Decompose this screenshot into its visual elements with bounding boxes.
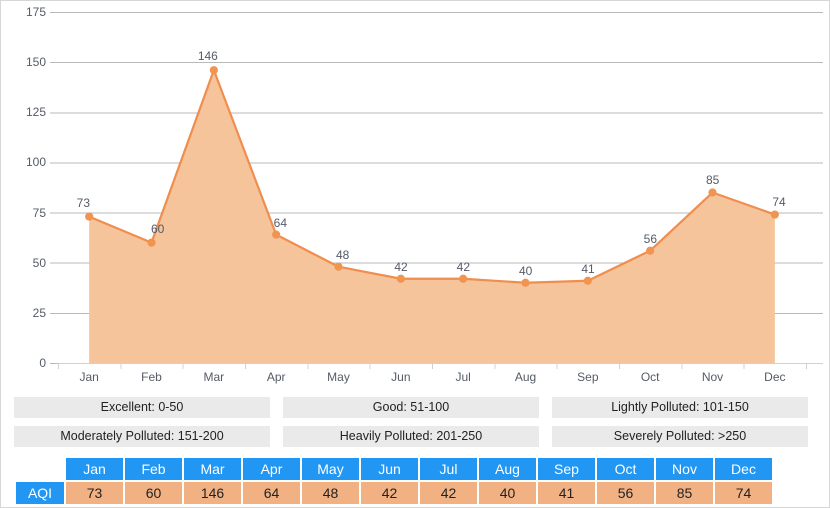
table-column-header-mar: Mar <box>184 458 241 480</box>
table-cell-value: 74 <box>715 482 772 504</box>
data-point-marker[interactable] <box>583 276 592 285</box>
data-point-value-label: 74 <box>772 194 786 209</box>
table-cell-value: 73 <box>66 482 123 504</box>
y-axis-tick-label: 50 <box>32 255 46 270</box>
aqi-data-table: Jan Feb Mar Apr May Jun Jul Aug Sep Oct Nov Dec AQI… <box>14 456 774 506</box>
data-point-value-label: 64 <box>273 215 288 230</box>
legend-item-4[interactable]: Heavily Polluted: 201-250 <box>283 426 539 447</box>
table-cell-value: 146 <box>184 482 241 504</box>
x-axis-tick-label-dec: Dec <box>764 370 786 384</box>
x-axis-tick-label-may: May <box>327 370 350 384</box>
x-axis-tick-label-apr: Apr <box>266 370 286 384</box>
table-cell-value: 48 <box>302 482 359 504</box>
x-axis-tick-label-feb: Feb <box>141 370 162 384</box>
aqi-category-legend: Excellent: 0-50 Good: 51-100 Lightly Pollu… <box>1 397 829 453</box>
table-column-header-dec: Dec <box>715 458 772 480</box>
x-axis-tick-label-nov: Nov <box>701 370 724 384</box>
table-cell-value: 60 <box>125 482 182 504</box>
y-axis-tick-label: 150 <box>25 55 46 70</box>
x-axis-tick-label-aug: Aug <box>514 370 537 384</box>
data-point-marker[interactable] <box>708 188 717 197</box>
x-axis-tick-label-oct: Oct <box>640 370 660 384</box>
data-point-value-label: 42 <box>394 259 408 274</box>
data-point-value-label: 42 <box>456 259 471 274</box>
data-point-value-label: 40 <box>519 263 533 278</box>
table-cell-value: 85 <box>656 482 713 504</box>
area-chart-svg <box>50 12 823 369</box>
data-point-value-label: 73 <box>76 195 91 210</box>
x-axis-tick-label-jul: Jul <box>455 370 471 384</box>
table-cell-value: 64 <box>243 482 300 504</box>
table-column-header-jan: Jan <box>66 458 123 480</box>
data-point-marker[interactable] <box>272 230 281 239</box>
y-axis-tick-label: 0 <box>39 356 46 370</box>
table-column-header-aug: Aug <box>479 458 536 480</box>
y-axis-tick-label: 25 <box>32 305 46 320</box>
data-point-marker[interactable] <box>334 262 343 271</box>
data-point-marker[interactable] <box>209 66 218 75</box>
legend-item-5[interactable]: Severely Polluted: >250 <box>552 426 808 447</box>
legend-item-3[interactable]: Moderately Polluted: 151-200 <box>14 426 270 447</box>
data-point-marker[interactable] <box>521 278 530 287</box>
table-cell-value: 42 <box>420 482 477 504</box>
data-point-marker[interactable] <box>770 210 779 219</box>
area-fill <box>89 70 775 363</box>
table-cell-value: 40 <box>479 482 536 504</box>
aqi-chart-widget: 0 25 50 75 100 125 150 175 Jan Feb Mar Apr May Jun Jul… <box>0 0 830 508</box>
table-column-header-jun: Jun <box>361 458 418 480</box>
data-point-value-label: 146 <box>197 49 218 64</box>
table-column-header-feb: Feb <box>125 458 182 480</box>
table-header-row: Jan Feb Mar Apr May Jun Jul Aug Sep Oct Nov Dec <box>16 458 772 480</box>
table-column-header-jul: Jul <box>420 458 477 480</box>
data-point-marker[interactable] <box>85 212 94 221</box>
legend-item-1[interactable]: Good: 51-100 <box>283 397 539 418</box>
table-body: AQI 73 60 146 64 48 42 42 40 41 56 85 74 <box>16 482 772 504</box>
data-point-value-label: 41 <box>581 261 595 276</box>
table-cell-value: 56 <box>597 482 654 504</box>
chart-plot-area: 0 25 50 75 100 125 150 175 Jan Feb Mar Apr May Jun Jul… <box>1 1 829 393</box>
x-axis-tick-label-jun: Jun <box>391 370 411 384</box>
y-axis-tick-label: 125 <box>25 105 46 120</box>
legend-item-2[interactable]: Lightly Polluted: 101-150 <box>552 397 808 418</box>
y-axis-tick-label: 175 <box>25 5 46 19</box>
data-point-marker[interactable] <box>459 274 468 283</box>
data-point-marker[interactable] <box>147 238 156 247</box>
data-point-marker[interactable] <box>396 274 405 283</box>
table-column-header-may: May <box>302 458 359 480</box>
table-cell-value: 41 <box>538 482 595 504</box>
table-column-header-sep: Sep <box>538 458 595 480</box>
data-point-value-label: 56 <box>643 231 658 246</box>
legend-item-0[interactable]: Excellent: 0-50 <box>14 397 270 418</box>
x-axis-tick-label-sep: Sep <box>577 370 599 384</box>
table-row: AQI 73 60 146 64 48 42 42 40 41 56 85 74 <box>16 482 772 504</box>
x-axis-tick-label-mar: Mar <box>203 370 225 384</box>
table-column-header-nov: Nov <box>656 458 713 480</box>
table-column-header-apr: Apr <box>243 458 300 480</box>
table-corner-cell <box>16 458 64 480</box>
table-row-label: AQI <box>16 482 64 504</box>
table-cell-value: 42 <box>361 482 418 504</box>
data-point-value-label: 48 <box>336 247 350 262</box>
data-point-value-label: 85 <box>706 172 720 187</box>
y-axis-tick-label: 75 <box>32 205 46 220</box>
y-axis-tick-label: 100 <box>25 155 46 170</box>
x-axis-tick-label-jan: Jan <box>79 370 99 384</box>
table-column-header-oct: Oct <box>597 458 654 480</box>
data-point-value-label: 60 <box>151 221 165 236</box>
data-point-marker[interactable] <box>646 246 655 255</box>
